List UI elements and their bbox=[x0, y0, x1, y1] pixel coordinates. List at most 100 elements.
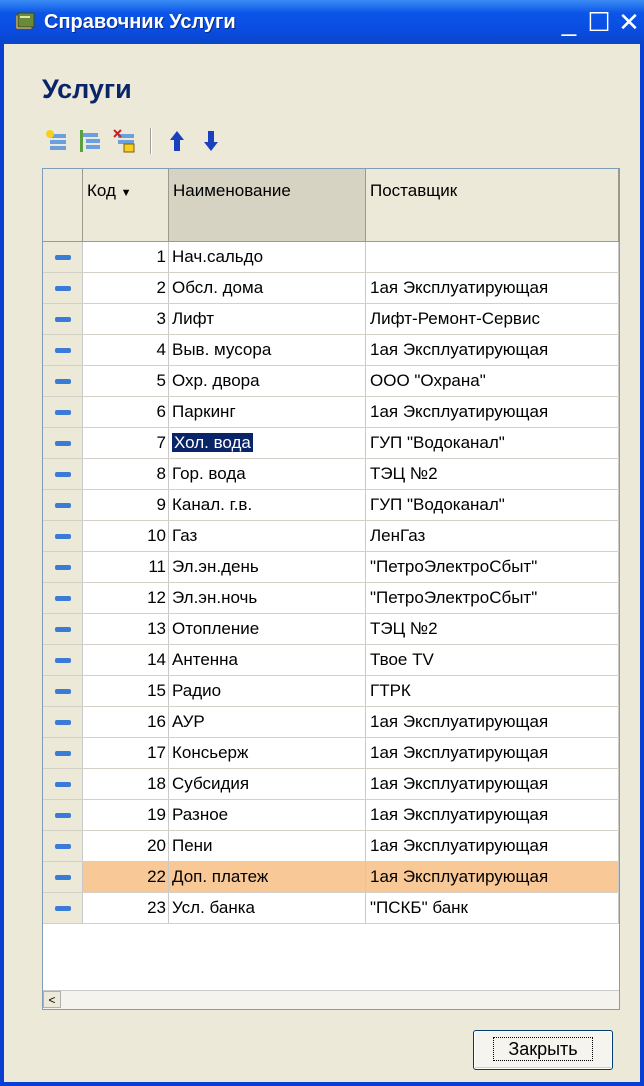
cell-name[interactable]: Газ bbox=[169, 521, 366, 551]
table-row[interactable]: 18 Субсидия 1ая Эксплуатирующая bbox=[43, 769, 619, 800]
cell-supplier[interactable]: "ПетроЭлектроСбыт" bbox=[366, 583, 619, 613]
cell-name[interactable]: Эл.эн.день bbox=[169, 552, 366, 582]
cell-name[interactable]: Хол. вода bbox=[169, 428, 366, 458]
cell-name[interactable]: Эл.эн.ночь bbox=[169, 583, 366, 613]
table-row[interactable]: 7 Хол. вода ГУП "Водоканал" bbox=[43, 428, 619, 459]
table-row[interactable]: 15 Радио ГТРК bbox=[43, 676, 619, 707]
cell-code[interactable]: 3 bbox=[83, 304, 169, 334]
minimize-button[interactable]: _ bbox=[554, 2, 584, 42]
table-row[interactable]: 20 Пени 1ая Эксплуатирующая bbox=[43, 831, 619, 862]
table-row[interactable]: 3 Лифт Лифт-Ремонт-Сервис bbox=[43, 304, 619, 335]
cell-supplier[interactable] bbox=[366, 242, 619, 272]
cell-supplier[interactable]: "ПетроЭлектроСбыт" bbox=[366, 552, 619, 582]
cell-code[interactable]: 7 bbox=[83, 428, 169, 458]
cell-name[interactable]: Обсл. дома bbox=[169, 273, 366, 303]
table-row[interactable]: 9 Канал. г.в. ГУП "Водоканал" bbox=[43, 490, 619, 521]
cell-code[interactable]: 4 bbox=[83, 335, 169, 365]
cell-supplier[interactable]: ЛенГаз bbox=[366, 521, 619, 551]
cell-supplier[interactable]: ГУП "Водоканал" bbox=[366, 428, 619, 458]
table-row[interactable]: 13 Отопление ТЭЦ №2 bbox=[43, 614, 619, 645]
cell-name[interactable]: Канал. г.в. bbox=[169, 490, 366, 520]
cell-supplier[interactable]: ТЭЦ №2 bbox=[366, 459, 619, 489]
cell-name[interactable]: Выв. мусора bbox=[169, 335, 366, 365]
cell-supplier[interactable]: ТЭЦ №2 bbox=[366, 614, 619, 644]
cell-name[interactable]: АУР bbox=[169, 707, 366, 737]
cell-code[interactable]: 6 bbox=[83, 397, 169, 427]
table-row[interactable]: 19 Разное 1ая Эксплуатирующая bbox=[43, 800, 619, 831]
close-window-button[interactable]: ✕ bbox=[614, 2, 644, 42]
move-down-icon[interactable] bbox=[196, 126, 226, 156]
cell-code[interactable]: 10 bbox=[83, 521, 169, 551]
table-row[interactable]: 1 Нач.сальдо bbox=[43, 242, 619, 273]
cell-supplier[interactable]: 1ая Эксплуатирующая bbox=[366, 769, 619, 799]
table-row[interactable]: 22 Доп. платеж 1ая Эксплуатирующая bbox=[43, 862, 619, 893]
table-row[interactable]: 2 Обсл. дома 1ая Эксплуатирующая bbox=[43, 273, 619, 304]
cell-supplier[interactable]: 1ая Эксплуатирующая bbox=[366, 397, 619, 427]
cell-supplier[interactable]: 1ая Эксплуатирующая bbox=[366, 707, 619, 737]
delete-mark-icon[interactable] bbox=[110, 126, 140, 156]
cell-name[interactable]: Пени bbox=[169, 831, 366, 861]
cell-name[interactable]: Нач.сальдо bbox=[169, 242, 366, 272]
cell-supplier[interactable]: 1ая Эксплуатирующая bbox=[366, 273, 619, 303]
cell-supplier[interactable]: 1ая Эксплуатирующая bbox=[366, 738, 619, 768]
table-row[interactable]: 6 Паркинг 1ая Эксплуатирующая bbox=[43, 397, 619, 428]
cell-code[interactable]: 14 bbox=[83, 645, 169, 675]
table-row[interactable]: 11 Эл.эн.день "ПетроЭлектроСбыт" bbox=[43, 552, 619, 583]
cell-supplier[interactable]: 1ая Эксплуатирующая bbox=[366, 862, 619, 892]
cell-name[interactable]: Радио bbox=[169, 676, 366, 706]
cell-supplier[interactable]: 1ая Эксплуатирующая bbox=[366, 800, 619, 830]
cell-supplier[interactable]: ГТРК bbox=[366, 676, 619, 706]
cell-name[interactable]: Антенна bbox=[169, 645, 366, 675]
table-row[interactable]: 10 Газ ЛенГаз bbox=[43, 521, 619, 552]
cell-code[interactable]: 11 bbox=[83, 552, 169, 582]
add-icon[interactable] bbox=[42, 126, 72, 156]
cell-supplier[interactable]: ГУП "Водоканал" bbox=[366, 490, 619, 520]
cell-supplier[interactable]: 1ая Эксплуатирующая bbox=[366, 335, 619, 365]
title-bar[interactable]: Справочник Услуги _ ☐ ✕ bbox=[0, 0, 644, 44]
cell-code[interactable]: 12 bbox=[83, 583, 169, 613]
table-row[interactable]: 14 Антенна Твое TV bbox=[43, 645, 619, 676]
cell-code[interactable]: 16 bbox=[83, 707, 169, 737]
cell-name[interactable]: Доп. платеж bbox=[169, 862, 366, 892]
cell-name[interactable]: Разное bbox=[169, 800, 366, 830]
cell-code[interactable]: 9 bbox=[83, 490, 169, 520]
cell-code[interactable]: 23 bbox=[83, 893, 169, 923]
cell-code[interactable]: 1 bbox=[83, 242, 169, 272]
cell-code[interactable]: 20 bbox=[83, 831, 169, 861]
cell-name[interactable]: Отопление bbox=[169, 614, 366, 644]
services-table[interactable]: Код ▼ Наименование Поставщик 1 Нач.сальдо… bbox=[42, 168, 620, 1010]
cell-supplier[interactable]: ООО "Охрана" bbox=[366, 366, 619, 396]
table-row[interactable]: 16 АУР 1ая Эксплуатирующая bbox=[43, 707, 619, 738]
column-header-supplier[interactable]: Поставщик bbox=[366, 169, 619, 241]
close-button[interactable]: Закрыть bbox=[473, 1030, 613, 1070]
cell-name[interactable]: Усл. банка bbox=[169, 893, 366, 923]
move-up-icon[interactable] bbox=[162, 126, 192, 156]
scroll-left-icon[interactable]: < bbox=[43, 991, 61, 1008]
cell-code[interactable]: 15 bbox=[83, 676, 169, 706]
cell-code[interactable]: 18 bbox=[83, 769, 169, 799]
table-row[interactable]: 4 Выв. мусора 1ая Эксплуатирующая bbox=[43, 335, 619, 366]
add-group-icon[interactable] bbox=[76, 126, 106, 156]
cell-name[interactable]: Гор. вода bbox=[169, 459, 366, 489]
table-row[interactable]: 23 Усл. банка "ПСКБ" банк bbox=[43, 893, 619, 924]
cell-supplier[interactable]: "ПСКБ" банк bbox=[366, 893, 619, 923]
cell-code[interactable]: 22 bbox=[83, 862, 169, 892]
cell-supplier[interactable]: Лифт-Ремонт-Сервис bbox=[366, 304, 619, 334]
cell-name[interactable]: Охр. двора bbox=[169, 366, 366, 396]
column-header-code[interactable]: Код ▼ bbox=[83, 169, 169, 241]
cell-name[interactable]: Лифт bbox=[169, 304, 366, 334]
cell-code[interactable]: 2 bbox=[83, 273, 169, 303]
table-row[interactable]: 12 Эл.эн.ночь "ПетроЭлектроСбыт" bbox=[43, 583, 619, 614]
column-header-name[interactable]: Наименование bbox=[169, 169, 366, 241]
cell-supplier[interactable]: 1ая Эксплуатирующая bbox=[366, 831, 619, 861]
cell-supplier[interactable]: Твое TV bbox=[366, 645, 619, 675]
cell-code[interactable]: 8 bbox=[83, 459, 169, 489]
table-row[interactable]: 8 Гор. вода ТЭЦ №2 bbox=[43, 459, 619, 490]
cell-code[interactable]: 17 bbox=[83, 738, 169, 768]
cell-name[interactable]: Паркинг bbox=[169, 397, 366, 427]
cell-name[interactable]: Консьерж bbox=[169, 738, 366, 768]
maximize-button[interactable]: ☐ bbox=[584, 2, 614, 42]
cell-code[interactable]: 19 bbox=[83, 800, 169, 830]
table-row[interactable]: 5 Охр. двора ООО "Охрана" bbox=[43, 366, 619, 397]
cell-code[interactable]: 5 bbox=[83, 366, 169, 396]
